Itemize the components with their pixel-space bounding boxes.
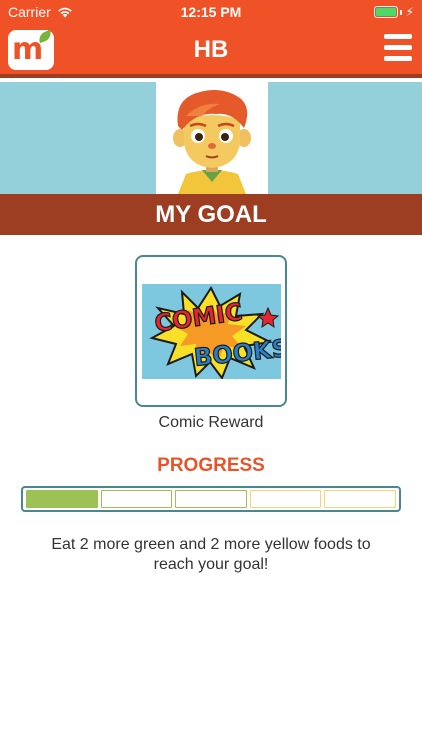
- progress-segment-yellow-2: [324, 490, 396, 508]
- reward-label: Comic Reward: [158, 414, 264, 431]
- reward-card[interactable]: COMIC BOOKS: [135, 255, 287, 407]
- battery-indicator: ⚡: [373, 5, 414, 19]
- goal-heading: MY GOAL: [0, 194, 422, 235]
- progress-heading: PROGRESS: [157, 455, 265, 476]
- status-bar: Carrier 12:15 PM ⚡: [0, 0, 422, 24]
- clock: 12:15 PM: [180, 4, 242, 20]
- progress-bar: [21, 486, 401, 512]
- hero-banner: [0, 82, 422, 194]
- progress-segment-green-2: [100, 490, 173, 508]
- cartoon-boy-avatar: [156, 82, 268, 194]
- progress-segment-green-3: [175, 490, 247, 508]
- progress-message: Eat 2 more green and 2 more yellow foods…: [51, 536, 371, 573]
- charging-bolt-icon: ⚡: [405, 5, 414, 19]
- progress-segment-yellow-1: [249, 490, 322, 508]
- avatar[interactable]: [156, 82, 268, 194]
- hamburger-menu-icon[interactable]: [384, 34, 412, 62]
- page-title: HB: [193, 36, 229, 63]
- battery-icon: [373, 6, 398, 18]
- comic-books-image: COMIC BOOKS: [142, 284, 281, 379]
- nav-bar: m HB: [0, 24, 422, 78]
- progress-segment-green-1: [26, 490, 98, 508]
